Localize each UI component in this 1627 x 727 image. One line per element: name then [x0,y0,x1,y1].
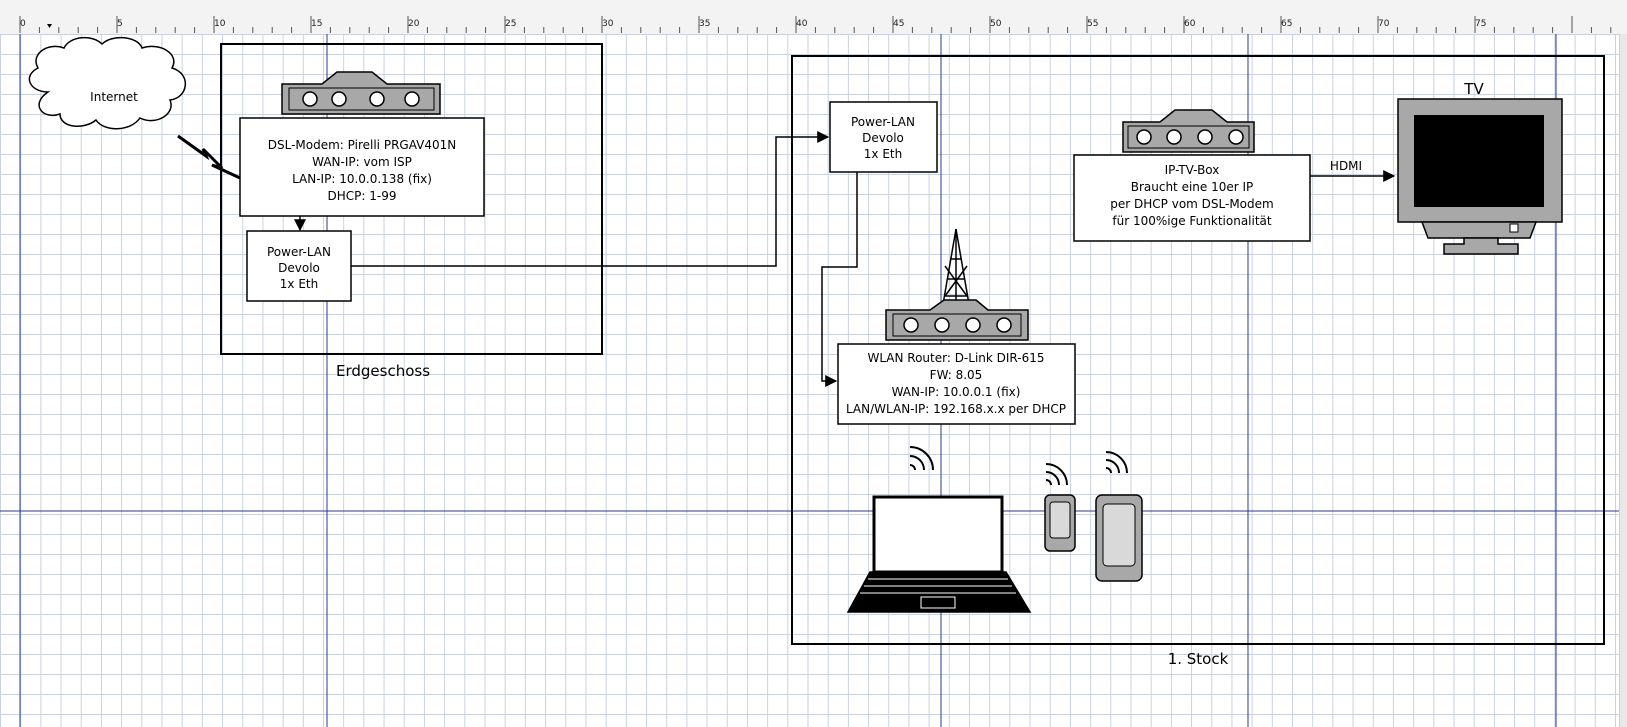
tv-stand [1420,221,1538,239]
port-icon [1166,129,1182,145]
cloud-label: Internet [90,90,138,104]
ruler-label: 10 [214,19,226,29]
ruler-label: 25 [505,19,516,29]
iptv-line: für 100%ige Funktionalität [1112,214,1272,228]
port-icon [934,317,950,333]
ruler-label: 20 [408,19,420,29]
antenna-icon[interactable] [941,228,971,311]
ruler-labels: 0 5 10 15 20 25 30 35 40 45 50 55 60 65 … [20,19,1486,29]
modem-device[interactable] [281,71,441,115]
wifi-signal-icon [1045,463,1068,486]
ruler-label: 45 [893,19,904,29]
iptv-line: Braucht eine 10er IP [1131,180,1254,194]
tv-label: TV [1463,80,1484,98]
ruler-label: 0 [20,19,26,29]
powerlan-line: 1x Eth [864,147,902,161]
ruler-ticks [19,16,1612,33]
lightning-icon[interactable] [177,134,241,180]
iptv-line: per DHCP vom DSL-Modem [1110,197,1273,211]
cloud-icon [28,36,186,130]
tv-screen [1414,115,1544,207]
port-icon [996,317,1012,333]
powerlan-line: Devolo [862,131,904,145]
ruler-label: 75 [1475,19,1486,29]
router-line: FW: 8.05 [930,368,983,382]
vertical-scrollbar[interactable] [1619,34,1627,727]
port-icon [1136,129,1152,145]
ruler-label: 60 [1184,19,1196,29]
indent-marker-icon[interactable] [47,24,52,28]
powerlan-left[interactable]: Power-LAN Devolo 1x Eth [246,230,352,302]
touchpad-icon [920,596,956,609]
modem-line: DSL-Modem: Pirelli PRGAV401N [268,138,456,152]
laptop-screen [872,495,1004,574]
wifi-signal-icon [1105,451,1128,474]
router-line: WLAN Router: D-Link DIR-615 [867,351,1044,365]
ruler-label: 50 [990,19,1002,29]
ruler-label: 55 [1087,19,1098,29]
port-icon [965,317,981,333]
port-icon [331,91,347,107]
powerlan-line: Power-LAN [851,115,915,129]
iptv-device[interactable] [1122,109,1255,153]
ruler-label: 70 [1378,19,1390,29]
powerlan-line: Devolo [278,261,320,275]
tablet-device[interactable] [1095,451,1143,582]
powerlan-right[interactable]: Power-LAN Devolo 1x Eth [829,101,938,173]
port-icon [404,91,420,107]
hdmi-label: HDMI [1330,159,1362,173]
network-diagram: Erdgeschoss 1. Stock Internet DSL-Modem:… [0,34,1620,727]
horizontal-ruler[interactable]: 0 5 10 15 20 25 30 35 40 45 50 55 60 65 … [0,0,1627,35]
port-icon [1197,129,1213,145]
modem-box[interactable]: DSL-Modem: Pirelli PRGAV401N WAN-IP: vom… [239,117,485,217]
modem-line: LAN-IP: 10.0.0.138 (fix) [292,172,432,186]
tv-device[interactable]: TV [1397,80,1563,255]
drawing-canvas[interactable]: Erdgeschoss 1. Stock Internet DSL-Modem:… [0,34,1627,727]
router-device[interactable] [885,299,1029,341]
phone-screen [1049,501,1071,539]
internet-cloud[interactable]: Internet [28,36,186,130]
ruler-label: 65 [1281,19,1292,29]
floor-label: Erdgeschoss [336,362,430,380]
port-icon [1228,129,1244,145]
power-button-icon [1509,223,1519,233]
ruler-label: 5 [117,19,123,29]
phone-device[interactable] [1044,463,1076,552]
ruler-label: 15 [311,19,322,29]
floor-label: 1. Stock [1168,650,1229,668]
laptop-device[interactable] [846,446,1032,613]
router-box[interactable]: WLAN Router: D-Link DIR-615 FW: 8.05 WAN… [837,343,1076,425]
router-line: WAN-IP: 10.0.0.1 (fix) [892,385,1021,399]
powerlan-line: 1x Eth [280,277,318,291]
port-icon [369,91,385,107]
ruler-label: 30 [602,19,614,29]
ruler-label: 35 [699,19,710,29]
tv-base [1443,237,1519,255]
iptv-line: IP-TV-Box [1165,163,1220,177]
tablet-screen [1102,503,1136,567]
ruler-graphic: 0 5 10 15 20 25 30 35 40 45 50 55 60 65 … [19,16,1612,33]
modem-line: DHCP: 1-99 [328,189,397,203]
wifi-signal-icon [909,446,934,471]
port-icon [302,91,318,107]
port-icon [903,317,919,333]
router-line: LAN/WLAN-IP: 192.168.x.x per DHCP [846,402,1066,416]
modem-line: WAN-IP: vom ISP [312,155,412,169]
ruler-label: 40 [796,19,808,29]
powerlan-line: Power-LAN [267,245,331,259]
iptv-box[interactable]: IP-TV-Box Braucht eine 10er IP per DHCP … [1073,154,1311,242]
